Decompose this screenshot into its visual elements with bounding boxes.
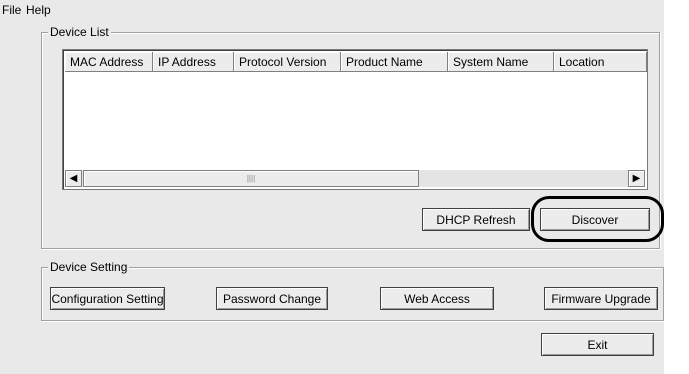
- dhcp-refresh-button[interactable]: DHCP Refresh: [422, 208, 530, 231]
- configuration-setting-button[interactable]: Configuration Setting: [50, 287, 165, 310]
- column-system-name[interactable]: System Name: [448, 52, 554, 72]
- menu-help[interactable]: Help: [26, 3, 51, 17]
- password-change-button[interactable]: Password Change: [216, 287, 328, 310]
- device-list-legend: Device List: [48, 25, 111, 39]
- right-margin: [664, 0, 689, 374]
- horizontal-scrollbar[interactable]: ◀ |||| ▶: [65, 170, 645, 187]
- column-product-name[interactable]: Product Name: [341, 52, 448, 72]
- web-access-button[interactable]: Web Access: [380, 287, 494, 310]
- exit-button[interactable]: Exit: [541, 333, 654, 356]
- column-protocol-version[interactable]: Protocol Version: [234, 52, 341, 72]
- column-mac-address[interactable]: MAC Address: [65, 52, 153, 72]
- device-setting-legend: Device Setting: [48, 260, 130, 274]
- firmware-upgrade-button[interactable]: Firmware Upgrade: [544, 287, 658, 310]
- device-list-table[interactable]: MAC Address IP Address Protocol Version …: [62, 49, 648, 190]
- menu-file[interactable]: File: [2, 3, 21, 17]
- scroll-thumb[interactable]: ||||: [83, 170, 419, 187]
- scroll-right-icon: ▶: [632, 173, 641, 184]
- column-ip-address[interactable]: IP Address: [153, 52, 234, 72]
- scroll-left-icon: ◀: [69, 173, 78, 184]
- scroll-right-button[interactable]: ▶: [628, 170, 645, 187]
- menu-bar: File Help: [0, 0, 664, 20]
- thumb-grip-icon: ||||: [246, 174, 256, 183]
- highlight-circle: [531, 196, 664, 242]
- scroll-left-button[interactable]: ◀: [65, 170, 82, 187]
- column-location[interactable]: Location: [554, 52, 647, 72]
- table-header: MAC Address IP Address Protocol Version …: [65, 52, 647, 72]
- main-window: File Help Device List MAC Address IP Add…: [0, 0, 664, 374]
